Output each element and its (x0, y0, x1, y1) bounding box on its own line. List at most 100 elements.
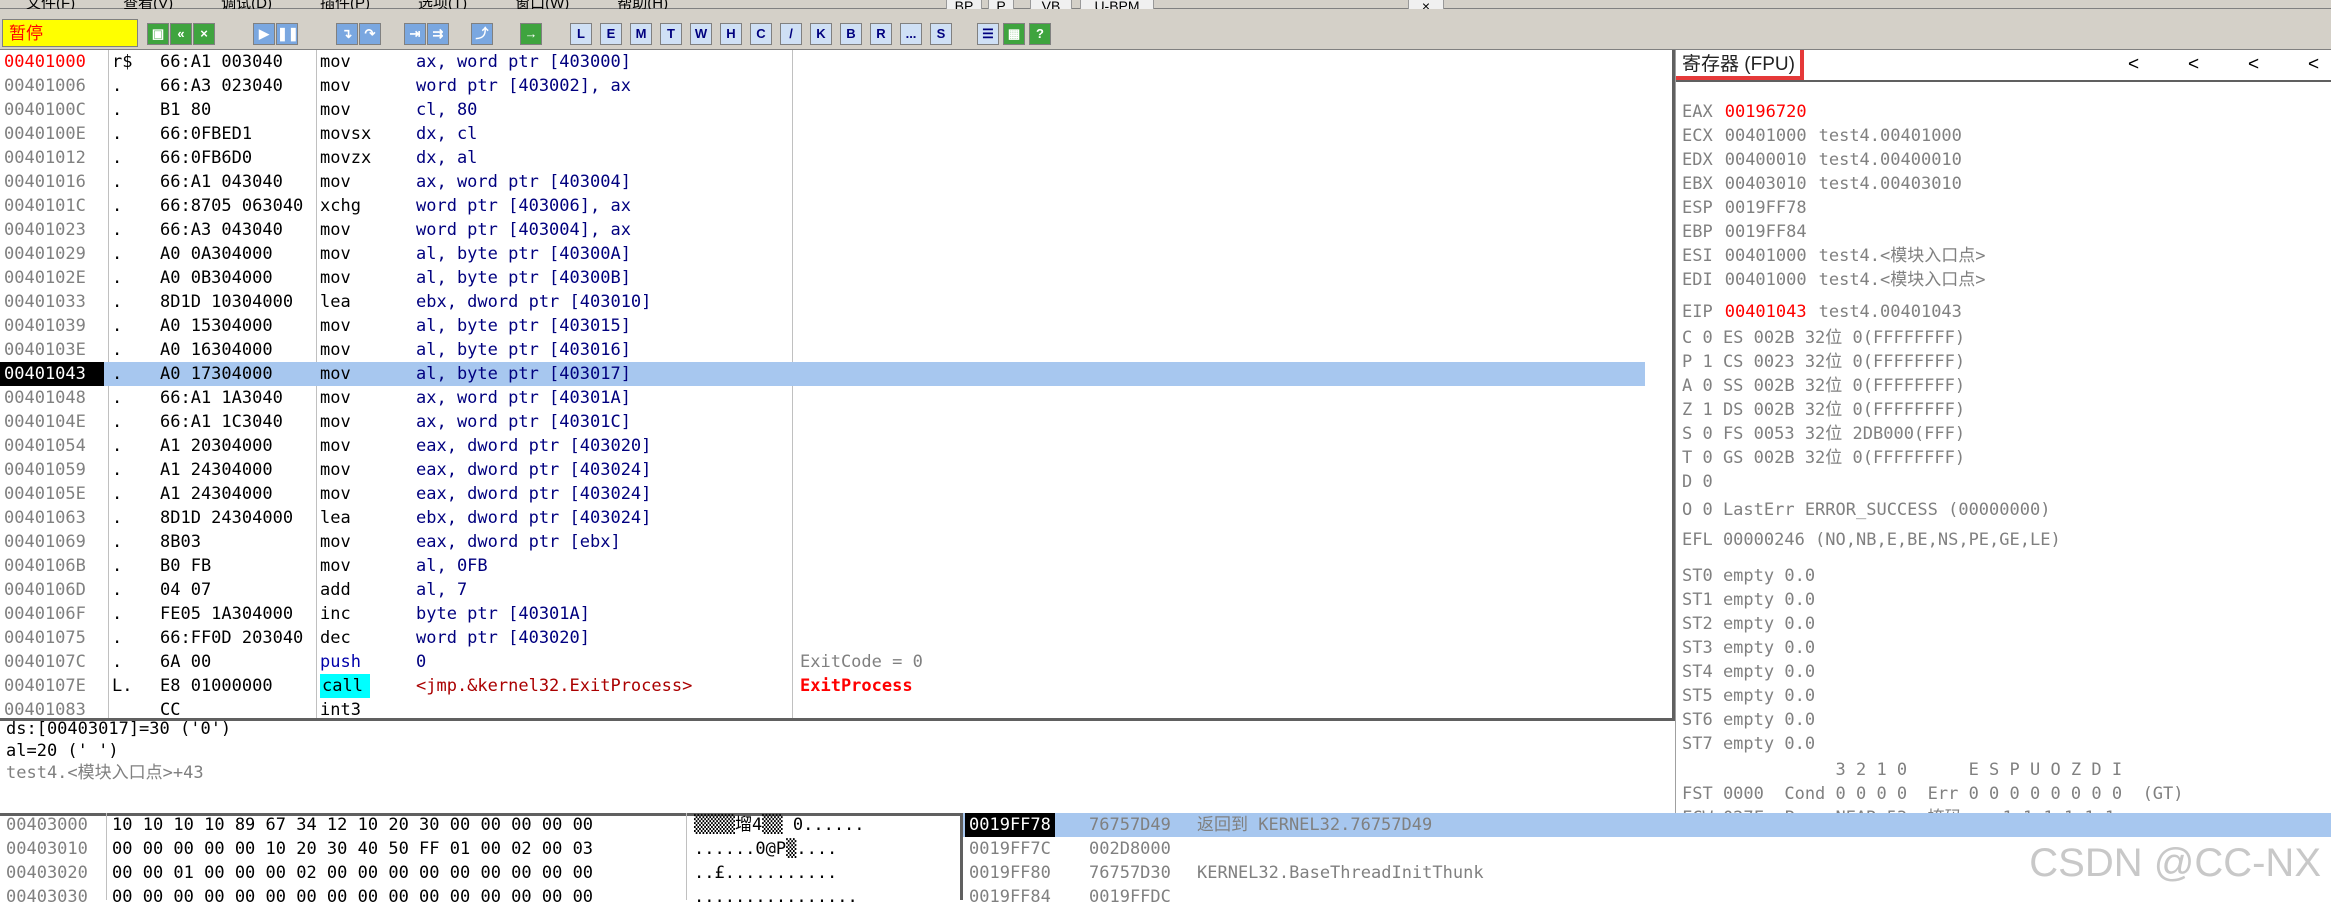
window-button-k[interactable]: K (810, 23, 832, 45)
dump-row[interactable]: 00403030 00 00 00 00 00 00 00 00 00 00 00… (0, 885, 950, 909)
disasm-row[interactable]: 00401043. A0 17304000 mov al, byte ptr [403… (0, 362, 1645, 386)
menu-item[interactable]: 帮助(H) (617, 0, 668, 12)
fpu-row[interactable]: ST7 empty 0.0 (1682, 732, 1815, 756)
disasm-row[interactable]: 00401023. 66:A3 043040 mov word ptr [403004… (0, 218, 1645, 242)
disasm-row[interactable]: 0040101C. 66:8705 063040 xchg word ptr [403… (0, 194, 1645, 218)
disasm-row[interactable]: 0040102E. A0 0B304000 mov al, byte ptr [403… (0, 266, 1645, 290)
registers-pane[interactable]: 寄存器 (FPU) < < < < EAX 00196720 ECX 00401000… (1675, 50, 2331, 813)
disasm-row[interactable]: 0040107E L. E8 01000000 call <jmp.&kernel32.… (0, 674, 1645, 698)
register-eax[interactable]: EAX 00196720 (1682, 100, 1819, 124)
list-icon[interactable]: ☰ (977, 23, 999, 45)
disasm-row[interactable]: 0040100E. 66:0FBED1 movsx dx, cl (0, 122, 1645, 146)
memory-dump-pane[interactable]: 00403000 10 10 10 10 89 67 34 12 10 20 30… (0, 813, 950, 907)
window-button-r[interactable]: R (870, 23, 892, 45)
fpu-row[interactable]: ST5 empty 0.0 (1682, 684, 1815, 708)
window-button-slash[interactable]: / (780, 23, 802, 45)
menu-item[interactable]: 查看(V) (123, 0, 173, 12)
disasm-row[interactable]: 00401069. 8B03 mov eax, dword ptr [ebx] (0, 530, 1645, 554)
pause-icon[interactable]: ❚❚ (276, 23, 299, 45)
disasm-row[interactable]: 00401006. 66:A3 023040 mov word ptr [403002… (0, 74, 1645, 98)
stack-row[interactable]: 0019FF78 76757D49 返回到 KERNEL32.76757D49 (963, 813, 2331, 837)
disasm-row[interactable]: 0040106B. B0 FB mov al, 0FB (0, 554, 1645, 578)
menu-item[interactable]: 选项(T) (418, 0, 467, 12)
disasm-row[interactable]: 0040106F. FE05 1A304000 inc byte ptr [40301… (0, 602, 1645, 626)
fpu-row[interactable]: ST6 empty 0.0 (1682, 708, 1815, 732)
nav-left-icon[interactable]: < (2128, 50, 2139, 80)
register-ebx[interactable]: EBX 00403010 test4.00403010 (1682, 172, 1962, 196)
fpu-row[interactable]: ST2 empty 0.0 (1682, 612, 1815, 636)
disassembly-pane[interactable]: 00401000 r$ 66:A1 003040 mov ax, word ptr [4… (0, 50, 1675, 721)
close-debug-icon[interactable]: × (193, 23, 215, 45)
step-into-icon[interactable]: ↴ (336, 23, 358, 45)
dump-row[interactable]: 00403010 00 00 00 00 00 10 20 30 40 50 FF… (0, 837, 950, 861)
register-ebp[interactable]: EBP 0019FF84 (1682, 220, 1819, 244)
window-button-w[interactable]: W (690, 23, 712, 45)
window-button-c[interactable]: C (750, 23, 772, 45)
disasm-row[interactable]: 00401063. 8D1D 24304000 lea ebx, dword ptr … (0, 506, 1645, 530)
disasm-row[interactable]: 0040103E. A0 16304000 mov al, byte ptr [403… (0, 338, 1645, 362)
disasm-row[interactable]: 00401033. 8D1D 10304000 lea ebx, dword ptr … (0, 290, 1645, 314)
register-esi[interactable]: ESI 00401000 test4.<模块入口点> (1682, 244, 1986, 268)
run-icon[interactable]: ▶ (253, 23, 275, 45)
disasm-row[interactable]: 0040105E. A1 24304000 mov eax, dword ptr [4… (0, 482, 1645, 506)
fpu-row[interactable]: ST3 empty 0.0 (1682, 636, 1815, 660)
step-over-icon[interactable]: ↷ (359, 23, 381, 45)
grid-icon[interactable]: ▦ (1003, 23, 1025, 45)
stack-row[interactable]: 0019FF84 0019FFDC (963, 885, 2331, 909)
disasm-row[interactable]: 00401016. 66:A1 043040 mov ax, word ptr [40… (0, 170, 1645, 194)
flag-row[interactable]: S 0 FS 0053 32位 2DB000(FFF) (1682, 422, 1965, 446)
menu-item[interactable]: 调试(D) (221, 0, 272, 12)
window-button-s[interactable]: S (930, 23, 952, 45)
trace-into-icon[interactable]: ⇥ (404, 23, 426, 45)
open-icon[interactable]: ▣ (147, 23, 169, 45)
window-button-t[interactable]: T (660, 23, 682, 45)
disasm-row[interactable]: 00401054. A1 20304000 mov eax, dword ptr [4… (0, 434, 1645, 458)
help-icon[interactable]: ? (1029, 23, 1051, 45)
window-button-e[interactable]: E (600, 23, 622, 45)
window-button-h[interactable]: H (720, 23, 742, 45)
register-edx[interactable]: EDX 00400010 test4.00400010 (1682, 148, 1962, 172)
menu-item[interactable]: 文件(F) (26, 0, 75, 12)
disasm-row[interactable]: 0040107C. 6A 00 push 0 ExitCode = 0 (0, 650, 1645, 674)
efl-row[interactable]: EFL 00000246 (NO,NB,E,BE,NS,PE,GE,LE) (1682, 528, 2061, 552)
dump-row[interactable]: 00403000 10 10 10 10 89 67 34 12 10 20 30… (0, 813, 950, 837)
nav-left-icon[interactable]: < (2248, 50, 2259, 80)
trace-over-icon[interactable]: ⇉ (427, 23, 449, 45)
disasm-row[interactable]: 00401000 r$ 66:A1 003040 mov ax, word ptr [4… (0, 50, 1645, 74)
fpu-row[interactable]: ST0 empty 0.0 (1682, 564, 1815, 588)
disasm-row[interactable]: 00401012. 66:0FB6D0 movzx dx, al (0, 146, 1645, 170)
disasm-row[interactable]: 00401048. 66:A1 1A3040 mov ax, word ptr [40… (0, 386, 1645, 410)
flag-row[interactable]: C 0 ES 002B 32位 0(FFFFFFFF) (1682, 326, 1965, 350)
dump-row[interactable]: 00403020 00 00 01 00 00 00 02 00 00 00 00… (0, 861, 950, 885)
fpu-row[interactable]: ST1 empty 0.0 (1682, 588, 1815, 612)
execute-till-return-icon[interactable]: ⤴ (471, 23, 493, 45)
disasm-row[interactable]: 00401075. 66:FF0D 203040 dec word ptr [4030… (0, 626, 1645, 650)
register-esp[interactable]: ESP 0019FF78 (1682, 196, 1819, 220)
flag-row[interactable]: D 0 (1682, 470, 1713, 494)
disasm-row[interactable]: 0040106D. 04 07 add al, 7 (0, 578, 1645, 602)
restart-icon[interactable]: « (170, 23, 192, 45)
disasm-row[interactable]: 0040104E. 66:A1 1C3040 mov ax, word ptr [40… (0, 410, 1645, 434)
flag-row[interactable]: A 0 SS 002B 32位 0(FFFFFFFF) (1682, 374, 1965, 398)
window-button-b[interactable]: B (840, 23, 862, 45)
flag-row[interactable]: O 0 LastErr ERROR_SUCCESS (00000000) (1682, 498, 2050, 522)
register-edi[interactable]: EDI 00401000 test4.<模块入口点> (1682, 268, 1986, 292)
menu-item[interactable]: 插件(P) (320, 0, 370, 12)
flag-row[interactable]: Z 1 DS 002B 32位 0(FFFFFFFF) (1682, 398, 1965, 422)
register-ecx[interactable]: ECX 00401000 test4.00401000 (1682, 124, 1962, 148)
nav-left-icon[interactable]: < (2308, 50, 2319, 80)
disasm-row[interactable]: 00401029. A0 0A304000 mov al, byte ptr [403… (0, 242, 1645, 266)
register-eip[interactable]: EIP 00401043 test4.00401043 (1682, 300, 1962, 324)
disasm-row[interactable]: 00401059. A1 24304000 mov eax, dword ptr [4… (0, 458, 1645, 482)
nav-left-icon[interactable]: < (2188, 50, 2199, 80)
flag-row[interactable]: P 1 CS 0023 32位 0(FFFFFFFF) (1682, 350, 1965, 374)
menu-item[interactable]: 窗口(W) (515, 0, 569, 12)
fpu-row[interactable]: ST4 empty 0.0 (1682, 660, 1815, 684)
disasm-row[interactable]: 0040100C. B1 80 mov cl, 80 (0, 98, 1645, 122)
window-button-l[interactable]: L (570, 23, 592, 45)
disasm-row[interactable]: 00401039. A0 15304000 mov al, byte ptr [403… (0, 314, 1645, 338)
goto-icon[interactable]: → (520, 23, 542, 45)
flag-row[interactable]: T 0 GS 002B 32位 0(FFFFFFFF) (1682, 446, 1965, 470)
window-button-more[interactable]: ... (900, 23, 922, 45)
window-button-m[interactable]: M (630, 23, 652, 45)
